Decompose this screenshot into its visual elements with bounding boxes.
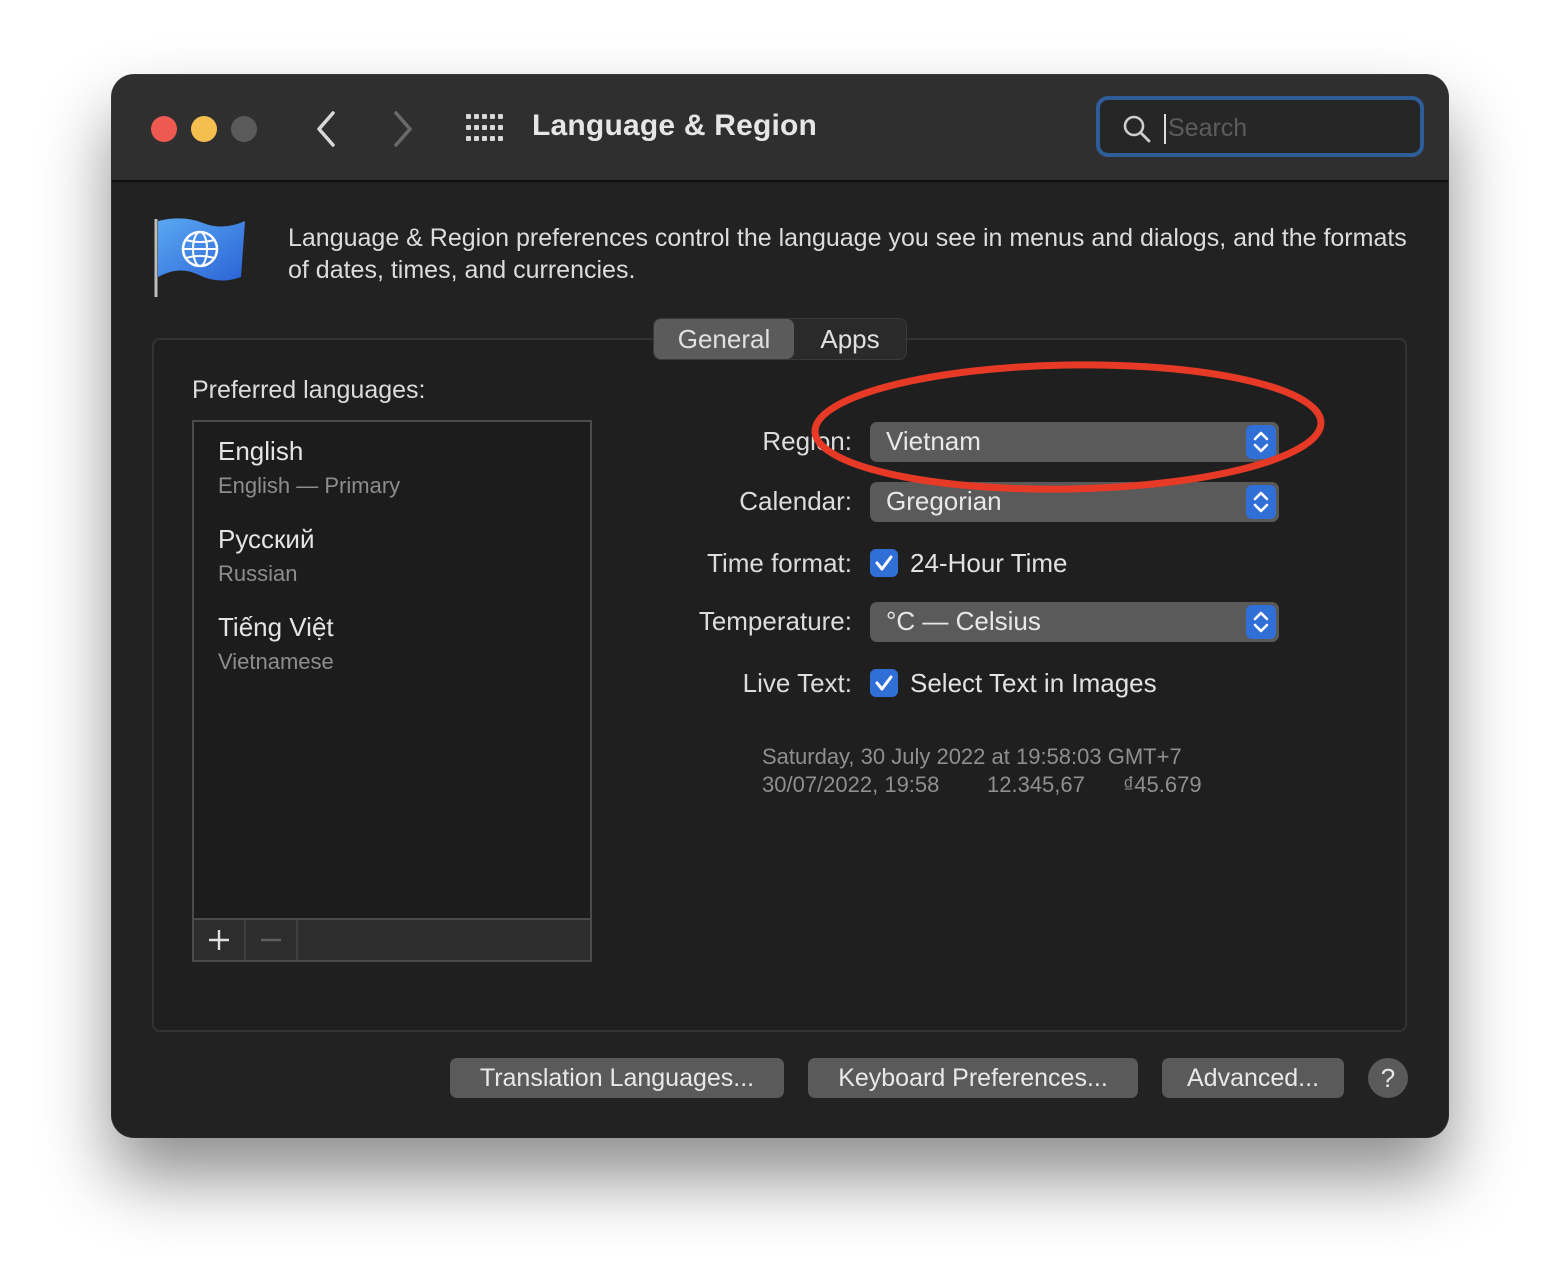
language-name: English (218, 436, 304, 466)
minimize-button[interactable] (191, 116, 217, 142)
add-language-button[interactable] (194, 920, 246, 960)
keyboard-preferences-button[interactable]: Keyboard Preferences... (808, 1058, 1138, 1098)
checkmark-icon (875, 675, 893, 691)
search-icon (1123, 115, 1151, 143)
up-down-arrows-icon (1246, 485, 1276, 519)
advanced-button[interactable]: Advanced... (1162, 1058, 1344, 1098)
region-label: Region: (762, 426, 852, 456)
close-button[interactable] (151, 116, 177, 142)
list-toolbar (194, 918, 590, 960)
calendar-label: Calendar: (739, 486, 852, 516)
calendar-value: Gregorian (886, 486, 1002, 516)
help-button[interactable]: ? (1368, 1058, 1408, 1098)
language-detail: English — Primary (218, 473, 401, 498)
pane-description: Language & Region preferences control th… (288, 224, 1407, 284)
list-item-english[interactable]: English English — Primary (218, 436, 400, 499)
live-text-label: Live Text: (742, 668, 852, 698)
time-format-option[interactable]: 24-Hour Time (910, 548, 1068, 579)
checkmark-icon (875, 555, 893, 571)
sample-date-short: 30/07/2022, 19:58 (762, 772, 940, 797)
preferred-languages-label: Preferred languages: (192, 376, 426, 404)
region-popup[interactable]: Vietnam (870, 422, 1279, 462)
globe-flag-icon (154, 218, 245, 297)
region-value: Vietnam (886, 426, 981, 456)
zoom-button[interactable] (231, 116, 257, 142)
show-all-grid-icon[interactable] (464, 113, 504, 143)
search-field[interactable] (1096, 96, 1424, 157)
translation-languages-button[interactable]: Translation Languages... (450, 1058, 784, 1098)
language-name: Tiếng Việt (218, 612, 334, 642)
language-detail: Vietnamese (218, 649, 334, 674)
list-item-russian[interactable]: Русский Russian (218, 524, 314, 587)
language-detail: Russian (218, 561, 298, 586)
window-title: Language & Region (532, 109, 818, 142)
time-format-checkbox[interactable] (870, 549, 898, 577)
minus-icon (261, 938, 281, 942)
temperature-popup[interactable]: °C — Celsius (870, 602, 1279, 642)
forward-chevron-icon[interactable] (382, 107, 422, 151)
sample-number: 12.345,67 (987, 772, 1085, 797)
list-item-vietnamese[interactable]: Tiếng Việt Vietnamese (218, 612, 334, 675)
live-text-option[interactable]: Select Text in Images (910, 668, 1157, 699)
remove-language-button[interactable] (246, 920, 298, 960)
temperature-label: Temperature: (698, 606, 852, 636)
search-input[interactable] (1166, 110, 1410, 146)
back-chevron-icon[interactable] (307, 107, 347, 151)
tab-apps[interactable]: Apps (794, 319, 906, 359)
live-text-checkbox[interactable] (870, 669, 898, 697)
tab-bar: General Apps (653, 318, 907, 360)
up-down-arrows-icon (1246, 605, 1276, 639)
time-format-label: Time format: (707, 548, 852, 578)
sample-currency: ₫45.679 (1123, 772, 1202, 797)
title-bar: Language & Region (112, 75, 1448, 182)
sample-date-long: Saturday, 30 July 2022 at 19:58:03 GMT+7 (762, 744, 1182, 769)
up-down-arrows-icon (1246, 425, 1276, 459)
tab-general[interactable]: General (654, 319, 794, 359)
language-name: Русский (218, 524, 315, 554)
calendar-popup[interactable]: Gregorian (870, 482, 1279, 522)
plus-icon (209, 930, 229, 950)
temperature-value: °C — Celsius (886, 606, 1041, 636)
preferences-window: Language & Region Language & Region pref… (112, 75, 1448, 1137)
preferred-languages-list: English English — Primary Русский Russia… (192, 420, 592, 962)
